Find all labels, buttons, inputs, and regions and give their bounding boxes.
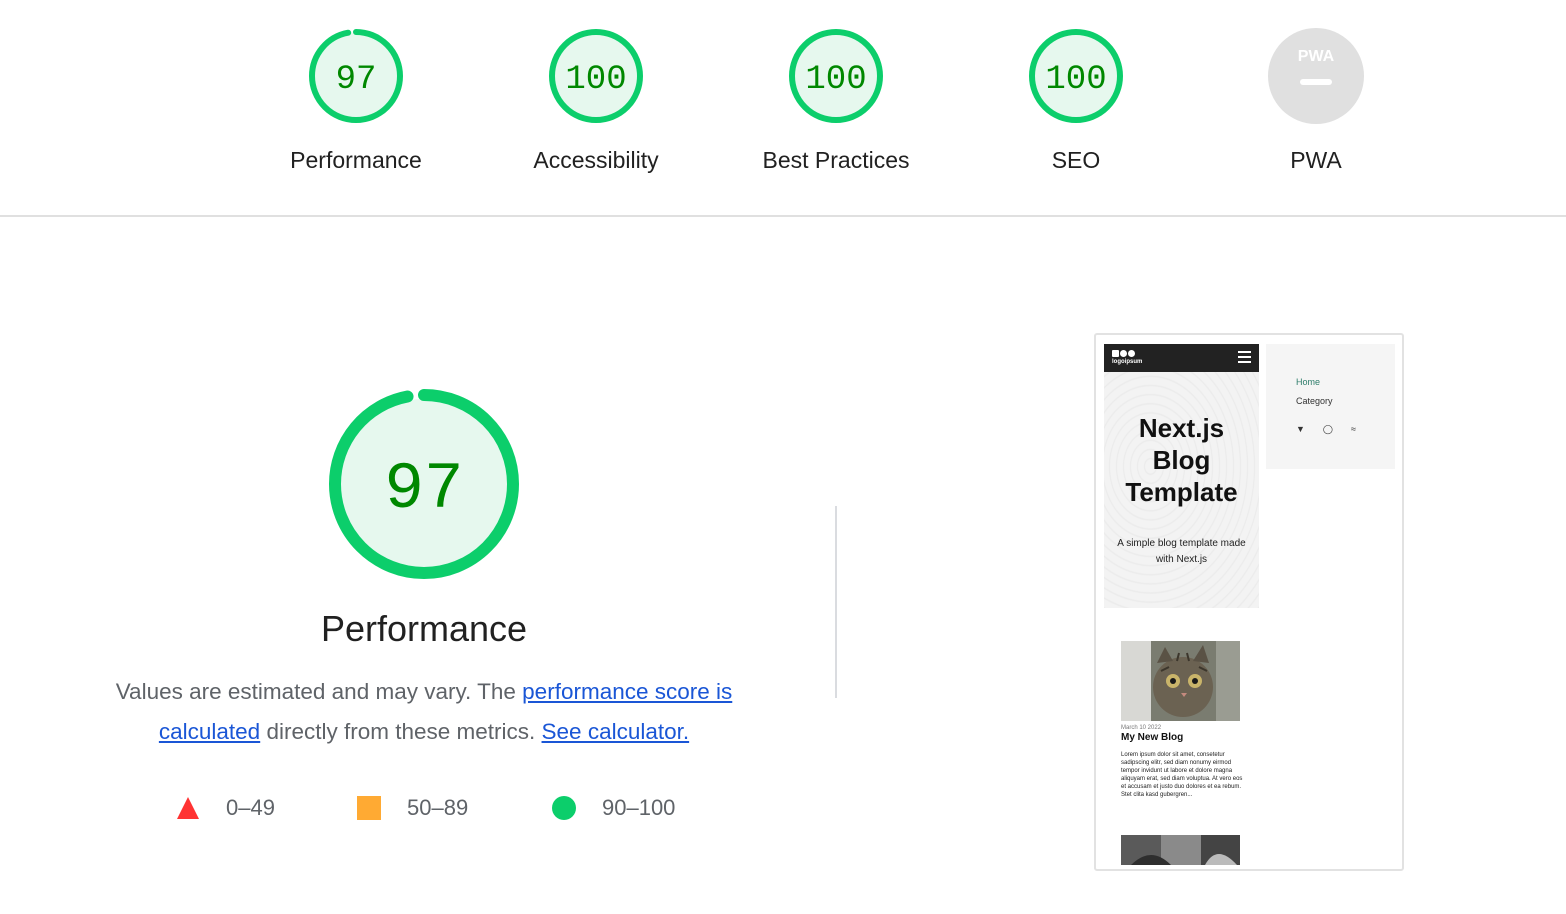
site-side-menu: Home Category ▼ ◯ ≈ (1266, 344, 1395, 469)
accessibility-gauge-ring: 100 (549, 29, 643, 123)
cat-photo-image (1121, 641, 1240, 721)
post-date: March 10 2022 (1121, 725, 1162, 731)
final-screenshot-thumbnail[interactable]: logoipsum Next.js Blog Template A simple… (1094, 333, 1404, 871)
social-icons: ▼ ◯ ≈ (1296, 424, 1356, 435)
post-title: My New Blog (1121, 732, 1184, 743)
pwa-dash-icon (1300, 79, 1332, 85)
average-square-icon (357, 796, 381, 820)
category-gauges-bar: 97 Performance 100 Accessibility 100 Bes… (0, 0, 1566, 217)
seo-gauge-ring: 100 (1029, 29, 1123, 123)
gauge-label-pwa: PWA (1290, 147, 1342, 173)
legend-pass: 90–100 (552, 790, 675, 826)
big-performance-score: 97 (384, 452, 463, 527)
site-header: logoipsum (1104, 344, 1259, 372)
fail-triangle-icon (177, 797, 199, 819)
seo-score: 100 (1045, 61, 1106, 99)
performance-title: Performance (320, 608, 528, 649)
site-logo-text: logoipsum (1112, 359, 1143, 365)
site-hero: Next.js Blog Template A simple blog temp… (1104, 372, 1259, 608)
second-post-image (1121, 835, 1240, 865)
performance-gauge-ring: 97 (309, 29, 403, 123)
see-calculator-link[interactable]: See calculator. (542, 719, 690, 744)
gauge-accessibility[interactable]: 100 Accessibility (496, 27, 696, 174)
pass-circle-icon (552, 796, 576, 820)
post-excerpt: Lorem ipsum dolor sit amet, consetetur s… (1121, 752, 1243, 798)
desc-middle: directly from these metrics. (260, 719, 542, 744)
best-practices-score: 100 (805, 61, 866, 99)
accessibility-score: 100 (565, 61, 626, 99)
legend-average: 50–89 (357, 790, 468, 826)
legend-average-range: 50–89 (407, 795, 469, 820)
pwa-badge-icon: PWA (1268, 28, 1364, 124)
desc-prefix: Values are estimated and may vary. The (115, 679, 523, 704)
best-practices-gauge-ring: 100 (789, 29, 883, 123)
legend-fail-range: 0–49 (226, 795, 275, 820)
twitter-icon: ▼ (1296, 424, 1305, 434)
hamburger-menu-icon (1238, 351, 1251, 366)
performance-score: 97 (336, 61, 377, 99)
site-logo-icon (1112, 350, 1135, 357)
legend-fail: 0–49 (176, 790, 275, 826)
gauge-label-accessibility: Accessibility (533, 147, 659, 173)
rss-icon: ≈ (1351, 424, 1356, 434)
gauge-performance[interactable]: 97 Performance (256, 27, 456, 174)
performance-description: Values are estimated and may vary. The p… (80, 672, 768, 752)
gauge-label-performance: Performance (290, 147, 422, 173)
gauge-label-best-practices: Best Practices (762, 147, 910, 173)
gauge-pwa[interactable]: PWA PWA (1216, 27, 1416, 174)
hero-subtitle: A simple blog template made with Next.js (1117, 538, 1246, 565)
gauge-best-practices[interactable]: 100 Best Practices (736, 27, 936, 174)
menu-home: Home (1296, 377, 1321, 387)
gauge-seo[interactable]: 100 SEO (976, 27, 1176, 174)
hero-title: Next.js Blog Template (1125, 413, 1238, 507)
gauge-label-seo: SEO (1051, 147, 1101, 173)
github-icon: ◯ (1322, 424, 1333, 434)
vertical-divider (835, 506, 837, 698)
menu-category: Category (1296, 396, 1333, 406)
pwa-badge-text: PWA (1298, 48, 1335, 65)
performance-big-gauge: 97 (329, 389, 519, 579)
legend-pass-range: 90–100 (602, 795, 676, 820)
